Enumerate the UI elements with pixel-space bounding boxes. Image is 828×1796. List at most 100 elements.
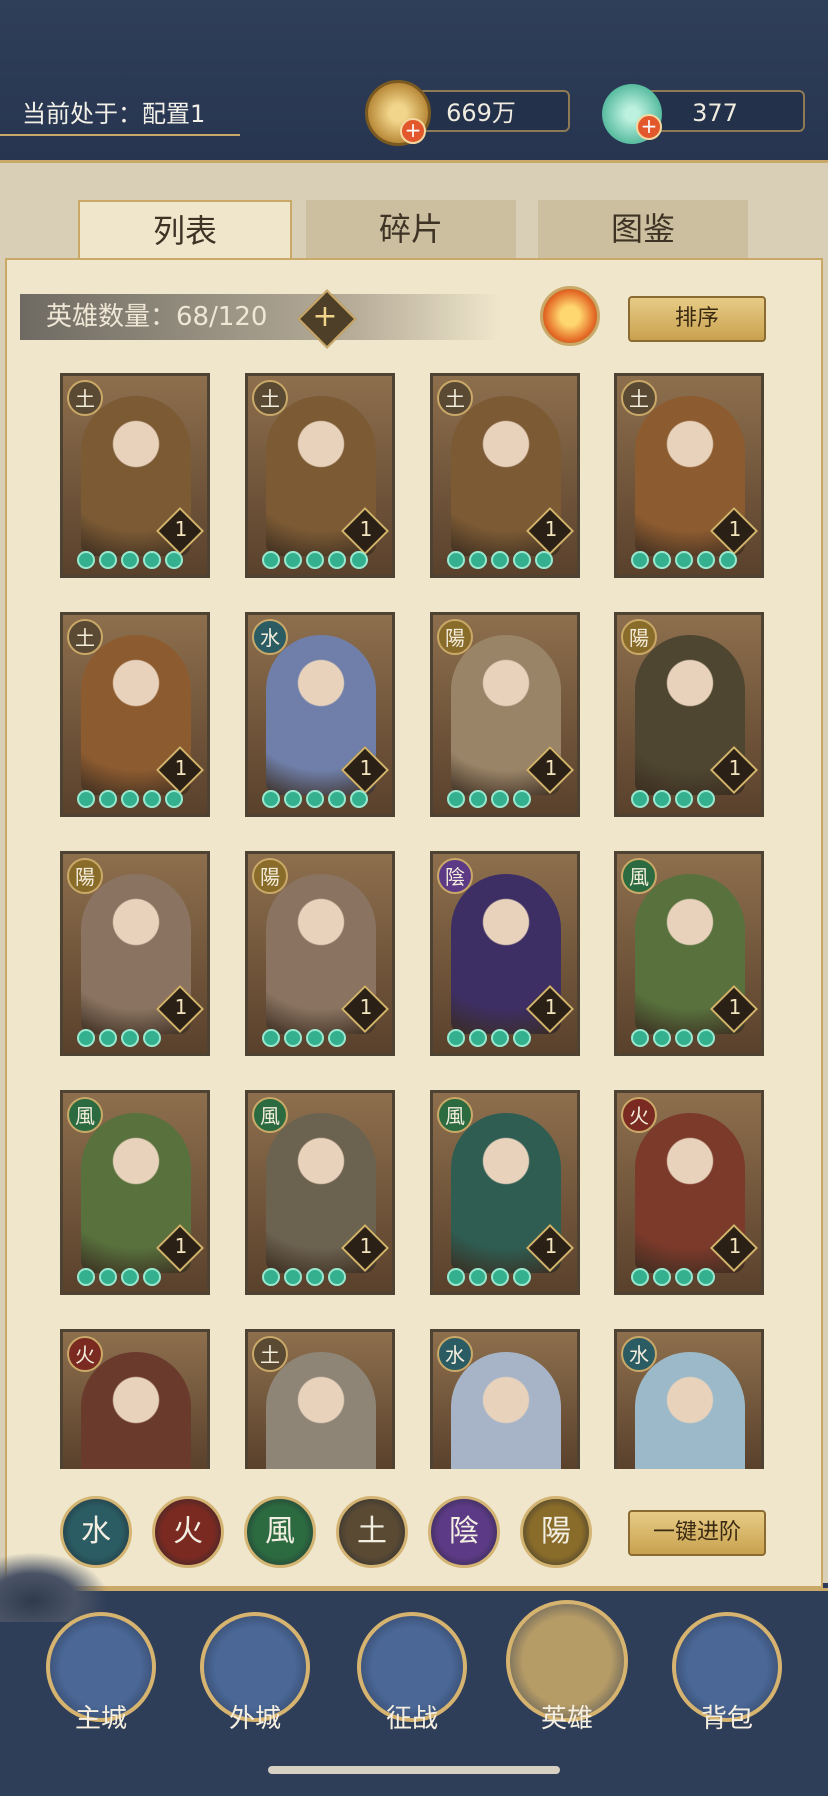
- star-jade-icon: [491, 790, 509, 808]
- element-badge: 風: [67, 1097, 103, 1133]
- star-jade-icon: [328, 1029, 346, 1047]
- star-jade-icon: [513, 551, 531, 569]
- star-jade-icon: [675, 551, 693, 569]
- element-badge: 陽: [252, 858, 288, 894]
- star-jade-icon: [306, 1268, 324, 1286]
- star-jade-icon: [306, 1029, 324, 1047]
- element-badge: 風: [437, 1097, 473, 1133]
- hero-card[interactable]: 土1: [245, 373, 395, 578]
- tab-list[interactable]: 列表: [78, 200, 292, 260]
- flame-icon[interactable]: [540, 286, 600, 346]
- element-filter-button[interactable]: 土: [336, 1496, 408, 1568]
- element-badge: 陽: [67, 858, 103, 894]
- star-jade-icon: [491, 1029, 509, 1047]
- nav-main-city-label: 主城: [74, 1704, 127, 1734]
- level-text: 1: [174, 756, 188, 780]
- hero-card[interactable]: 陽1: [614, 612, 764, 817]
- level-text: 1: [174, 517, 188, 541]
- star-jade-icon: [143, 790, 161, 808]
- star-jade-icon: [284, 1268, 302, 1286]
- hero-card[interactable]: 水1: [245, 612, 395, 817]
- star-jade-icon: [99, 551, 117, 569]
- hero-card[interactable]: 火1: [614, 1090, 764, 1295]
- star-jade-icon: [143, 1268, 161, 1286]
- star-jade-icon: [631, 551, 649, 569]
- hero-card[interactable]: 陽1: [245, 851, 395, 1056]
- star-jade-icon: [469, 790, 487, 808]
- star-jade-icon: [631, 1268, 649, 1286]
- hero-card[interactable]: 風1: [60, 1090, 210, 1295]
- sort-button[interactable]: 排序: [628, 296, 766, 342]
- element-badge: 土: [437, 380, 473, 416]
- hero-card[interactable]: 水: [614, 1329, 764, 1469]
- star-jade-icon: [77, 1029, 95, 1047]
- star-jade-icon: [513, 1029, 531, 1047]
- star-jade-icon: [165, 551, 183, 569]
- hero-card[interactable]: 陽1: [60, 851, 210, 1056]
- star-jade-icon: [121, 790, 139, 808]
- config-label: 当前处于：配置1: [0, 92, 240, 136]
- element-filter-button[interactable]: 陰: [428, 1496, 500, 1568]
- element-filter-button[interactable]: 火: [152, 1496, 224, 1568]
- star-jade-icon: [77, 790, 95, 808]
- element-badge: 土: [67, 619, 103, 655]
- element-badge: 風: [621, 858, 657, 894]
- hero-card[interactable]: 土1: [430, 373, 580, 578]
- hero-card[interactable]: 水: [430, 1329, 580, 1469]
- plus-icon: +: [312, 299, 338, 334]
- star-jade-icon: [306, 551, 324, 569]
- star-jade-icon: [143, 551, 161, 569]
- level-text: 1: [544, 995, 558, 1019]
- element-badge: 水: [437, 1336, 473, 1372]
- level-text: 1: [544, 756, 558, 780]
- element-badge: 火: [67, 1336, 103, 1372]
- star-jade-icon: [653, 790, 671, 808]
- hero-portrait: [81, 1352, 191, 1469]
- hero-card[interactable]: 陰1: [430, 851, 580, 1056]
- nav-backpack-label: 背包: [700, 1704, 753, 1734]
- nav-outer-city-label: 外城: [228, 1704, 281, 1734]
- star-jade-icon: [447, 790, 465, 808]
- add-jade-button[interactable]: +: [636, 114, 662, 140]
- hero-card[interactable]: 陽1: [430, 612, 580, 817]
- star-jade-icon: [491, 551, 509, 569]
- element-filter-button[interactable]: 陽: [520, 1496, 592, 1568]
- element-badge: 陽: [437, 619, 473, 655]
- star-jade-icon: [328, 1268, 346, 1286]
- hero-card[interactable]: 土1: [60, 373, 210, 578]
- level-text: 1: [728, 517, 742, 541]
- element-filter-button[interactable]: 風: [244, 1496, 316, 1568]
- nav-heroes-label: 英雄: [540, 1704, 593, 1734]
- element-badge: 火: [621, 1097, 657, 1133]
- star-jade-icon: [653, 1268, 671, 1286]
- level-text: 1: [728, 995, 742, 1019]
- star-jade-icon: [165, 790, 183, 808]
- star-jade-icon: [697, 790, 715, 808]
- star-jade-icon: [284, 1029, 302, 1047]
- hero-count: 英雄数量：68/120: [20, 294, 500, 340]
- element-badge: 陰: [437, 858, 473, 894]
- star-jade-icon: [513, 790, 531, 808]
- hero-card[interactable]: 風1: [245, 1090, 395, 1295]
- hero-card[interactable]: 土1: [60, 612, 210, 817]
- one-click-advance-button[interactable]: 一键进阶: [628, 1510, 766, 1556]
- hero-card[interactable]: 風1: [614, 851, 764, 1056]
- hero-card[interactable]: 火: [60, 1329, 210, 1469]
- star-jade-icon: [350, 790, 368, 808]
- element-badge: 水: [252, 619, 288, 655]
- level-text: 1: [544, 1234, 558, 1258]
- nav-battle-label: 征战: [385, 1704, 438, 1734]
- add-gold-button[interactable]: +: [400, 118, 426, 144]
- star-jade-icon: [284, 551, 302, 569]
- tab-fragments[interactable]: 碎片: [306, 200, 516, 258]
- star-jade-icon: [631, 1029, 649, 1047]
- element-badge: 風: [252, 1097, 288, 1133]
- hero-card[interactable]: 風1: [430, 1090, 580, 1295]
- star-jade-icon: [653, 551, 671, 569]
- hero-card[interactable]: 土1: [614, 373, 764, 578]
- hero-card[interactable]: 土: [245, 1329, 395, 1469]
- tab-codex[interactable]: 图鉴: [538, 200, 748, 258]
- star-jade-icon: [697, 1268, 715, 1286]
- star-jade-icon: [121, 551, 139, 569]
- star-jade-icon: [447, 551, 465, 569]
